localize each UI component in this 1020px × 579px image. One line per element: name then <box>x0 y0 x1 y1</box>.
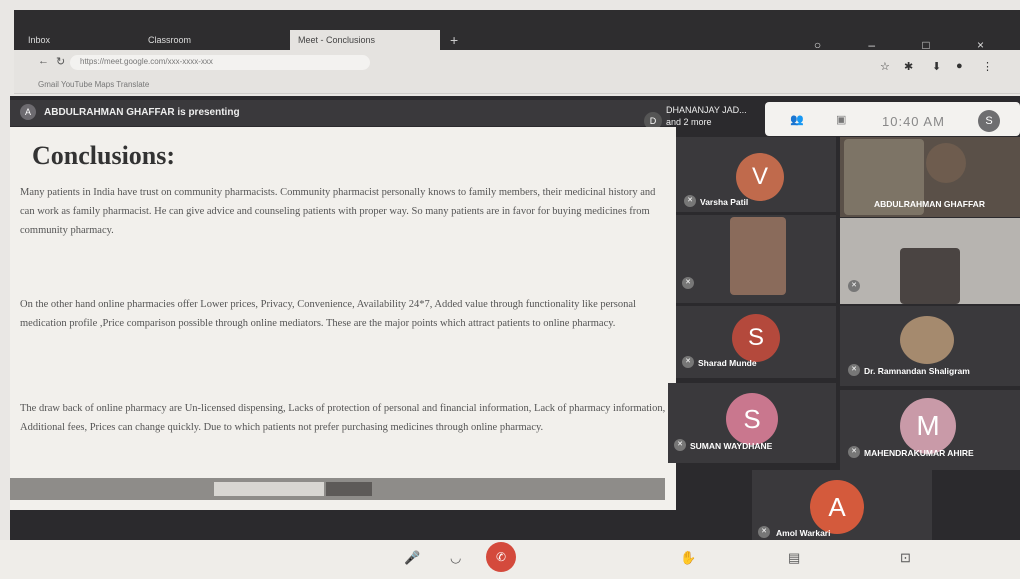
video-feed <box>900 248 960 304</box>
info-icon[interactable]: ▤ <box>788 550 800 566</box>
leave-call-button[interactable]: ✆ <box>486 542 516 572</box>
mic-icon[interactable]: 🎤 <box>404 550 420 566</box>
browser-tab-active[interactable]: Meet - Conclusions <box>290 30 440 50</box>
participant-avatar: A <box>810 480 864 534</box>
slide-paragraph: Many patients in India have trust on com… <box>20 187 656 236</box>
stop-presenting-button[interactable] <box>326 482 372 496</box>
more-icon[interactable]: ⊡ <box>900 550 911 566</box>
slide-paragraph: On the other hand online pharmacies offe… <box>20 299 636 329</box>
participant-tile[interactable]: M ✕ MAHENDRAKUMAR AHIRE <box>840 390 1020 470</box>
mic-off-icon: ✕ <box>848 446 860 458</box>
slide-paragraph: The draw back of online pharmacy are Un-… <box>20 403 666 433</box>
participant-avatar: S <box>732 314 780 362</box>
participant-name: Sharad Munde <box>698 358 757 368</box>
participant-tile[interactable]: V ✕ Varsha Patil <box>676 137 836 212</box>
participant-tile[interactable]: ✕ <box>840 218 1020 304</box>
presented-slide: Conclusions: Many patients in India have… <box>10 127 676 510</box>
new-tab-button[interactable]: + <box>450 32 458 48</box>
extension-icon[interactable]: ✱ <box>904 60 913 73</box>
profile-icon[interactable]: ● <box>956 60 963 72</box>
participant-name: Varsha Patil <box>700 197 749 207</box>
mic-off-icon: ✕ <box>684 195 696 207</box>
presenter-avatar: A <box>20 104 36 120</box>
mic-off-icon: ✕ <box>682 277 694 289</box>
star-icon[interactable]: ☆ <box>880 60 890 73</box>
slide-title: Conclusions: <box>32 141 176 170</box>
menu-icon[interactable]: ⋮ <box>982 60 993 73</box>
participant-tile[interactable]: ✕ Dr. Ramnandan Shaligram <box>840 306 1020 386</box>
layout-icon[interactable]: ▣ <box>836 113 846 126</box>
mic-off-icon: ✕ <box>682 356 694 368</box>
mic-off-icon: ✕ <box>848 280 860 292</box>
download-icon[interactable]: ⬇ <box>932 60 941 73</box>
reload-icon[interactable]: ↻ <box>56 55 65 68</box>
video-feed <box>900 316 954 364</box>
participant-name: Dr. Ramnandan Shaligram <box>864 366 970 376</box>
pinned-sub: and 2 more <box>666 117 712 127</box>
url-field[interactable]: https://meet.google.com/xxx-xxxx-xxx <box>70 55 370 70</box>
participant-tile[interactable]: S ✕ SUMAN WAYDHANE <box>668 383 836 463</box>
self-avatar[interactable]: S <box>978 110 1000 132</box>
video-feed <box>730 217 786 295</box>
participant-tile[interactable]: ABDULRAHMAN GHAFFAR <box>840 137 1020 217</box>
participant-avatar: M <box>900 398 956 454</box>
camera-icon[interactable]: ◡ <box>450 550 461 566</box>
chat-icon[interactable]: ✋ <box>680 550 696 566</box>
participant-name: Amol Warkari <box>776 528 831 538</box>
video-feed <box>926 143 966 183</box>
participants-icon[interactable]: 👥 <box>790 113 804 126</box>
participant-tile[interactable]: ✕ <box>676 215 836 303</box>
mic-off-icon: ✕ <box>674 439 686 451</box>
bookmarks-bar[interactable]: Gmail YouTube Maps Translate <box>14 76 1020 94</box>
browser-tab[interactable]: Inbox <box>20 30 130 50</box>
meeting-clock: 10:40 AM <box>882 114 945 129</box>
participant-name: ABDULRAHMAN GHAFFAR <box>874 199 985 209</box>
participant-name: MAHENDRAKUMAR AHIRE <box>864 448 974 458</box>
mic-off-icon: ✕ <box>758 526 770 538</box>
presenting-banner: ABDULRAHMAN GHAFFAR is presenting <box>10 100 670 126</box>
participant-name: SUMAN WAYDHANE <box>690 441 773 451</box>
participant-tile[interactable]: A ✕ Amol Warkari <box>752 470 932 550</box>
participant-tile[interactable]: S ✕ Sharad Munde <box>676 306 836 378</box>
participant-avatar: V <box>736 153 784 201</box>
screen: Inbox Classroom Meet - Conclusions + ○ –… <box>0 0 1020 579</box>
participant-avatar: S <box>726 393 778 445</box>
browser-tab[interactable]: Classroom <box>140 30 280 50</box>
pinned-name: DHANANJAY JAD... <box>666 105 747 115</box>
mic-off-icon: ✕ <box>848 364 860 376</box>
back-icon[interactable]: ← <box>38 55 49 67</box>
slide-notice <box>214 482 324 496</box>
